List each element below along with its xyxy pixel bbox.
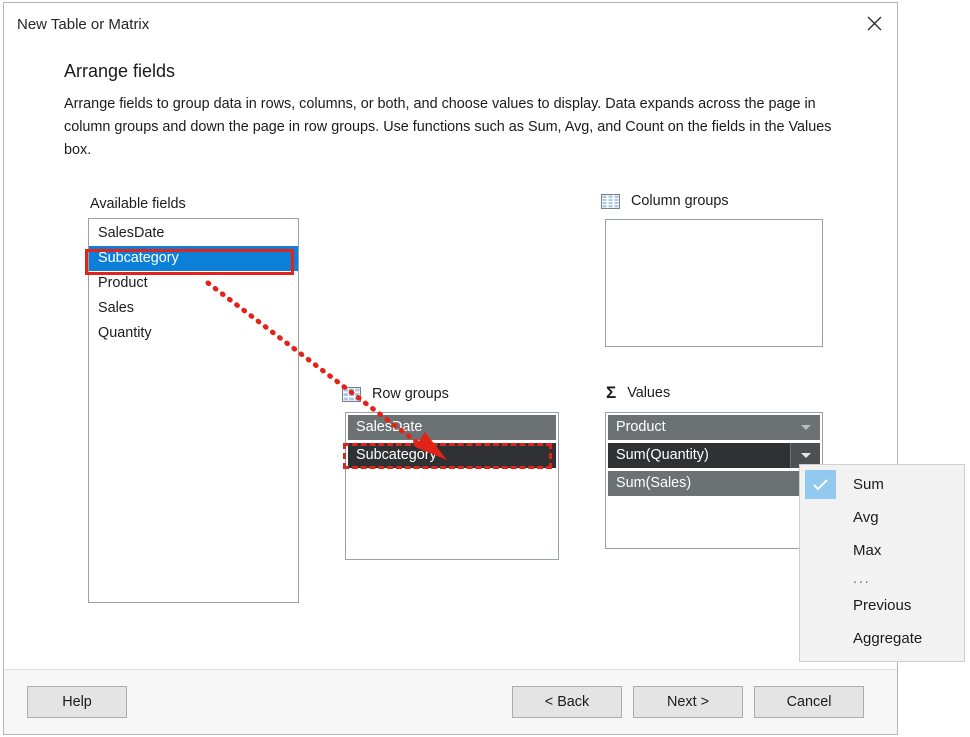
cancel-button[interactable]: Cancel	[754, 686, 864, 718]
chevron-down-icon[interactable]	[801, 425, 811, 430]
menu-item-label: Sum	[853, 476, 884, 493]
value-chip[interactable]: Sum(Quantity)	[608, 443, 820, 468]
next-button[interactable]: Next >	[633, 686, 743, 718]
aggregate-context-menu[interactable]: Sum Avg Max ... Previous Aggregate	[799, 464, 965, 662]
menu-item-max[interactable]: Max	[800, 534, 964, 567]
menu-item-sum[interactable]: Sum	[800, 468, 964, 501]
row-grid-icon	[342, 387, 361, 402]
menu-item-label: ...	[853, 570, 871, 586]
menu-item-aggregate[interactable]: Aggregate	[800, 622, 964, 655]
available-fields-listbox[interactable]: SalesDate Subcategory Product Sales Quan…	[88, 218, 299, 603]
help-button[interactable]: Help	[27, 686, 127, 718]
value-chip-label: Sum(Sales)	[616, 475, 691, 491]
list-item[interactable]: Subcategory	[89, 246, 298, 271]
row-group-chip-label: Subcategory	[356, 447, 437, 463]
value-chip-label: Sum(Quantity)	[616, 447, 709, 463]
dialog-titlebar: New Table or Matrix	[4, 3, 897, 47]
checkmark-icon	[805, 470, 836, 499]
row-group-chip[interactable]: SalesDate	[348, 415, 556, 440]
value-chip-label: Product	[616, 419, 666, 435]
dialog-footer: Help < Back Next > Cancel	[4, 669, 897, 734]
column-groups-listbox[interactable]	[605, 219, 823, 347]
menu-item-previous[interactable]: Previous	[800, 589, 964, 622]
menu-item-label: Avg	[853, 509, 879, 526]
column-groups-label: Column groups	[601, 193, 729, 209]
value-chip[interactable]: Product	[608, 415, 820, 440]
row-groups-label-text: Row groups	[372, 386, 449, 402]
row-group-chip[interactable]: Subcategory	[348, 443, 556, 468]
value-chip[interactable]: Sum(Sales)	[608, 471, 820, 496]
menu-item-label: Previous	[853, 597, 911, 614]
menu-item-label: Aggregate	[853, 630, 922, 647]
dialog-title: New Table or Matrix	[17, 16, 149, 33]
menu-item-more[interactable]: ...	[800, 567, 964, 589]
available-fields-label: Available fields	[90, 196, 186, 212]
list-item[interactable]: Product	[89, 271, 298, 296]
values-label-text: Values	[627, 385, 670, 401]
column-groups-label-text: Column groups	[631, 193, 729, 209]
menu-item-label: Max	[853, 542, 881, 559]
list-item[interactable]: SalesDate	[89, 221, 298, 246]
column-grid-icon	[601, 194, 620, 209]
list-item[interactable]: Quantity	[89, 321, 298, 346]
sigma-icon: Σ	[606, 384, 616, 401]
close-icon[interactable]	[851, 3, 897, 43]
values-listbox[interactable]: Product Sum(Quantity) Sum(Sales)	[605, 412, 823, 549]
row-groups-listbox[interactable]: SalesDate Subcategory	[345, 412, 559, 560]
list-item[interactable]: Sales	[89, 296, 298, 321]
new-table-or-matrix-dialog: New Table or Matrix Arrange fields Arran…	[3, 2, 898, 735]
menu-item-avg[interactable]: Avg	[800, 501, 964, 534]
back-button[interactable]: < Back	[512, 686, 622, 718]
values-label: Σ Values	[606, 384, 670, 401]
page-title: Arrange fields	[64, 61, 175, 82]
row-group-chip-label: SalesDate	[356, 419, 422, 435]
row-groups-label: Row groups	[342, 386, 449, 402]
page-description: Arrange fields to group data in rows, co…	[64, 93, 854, 162]
